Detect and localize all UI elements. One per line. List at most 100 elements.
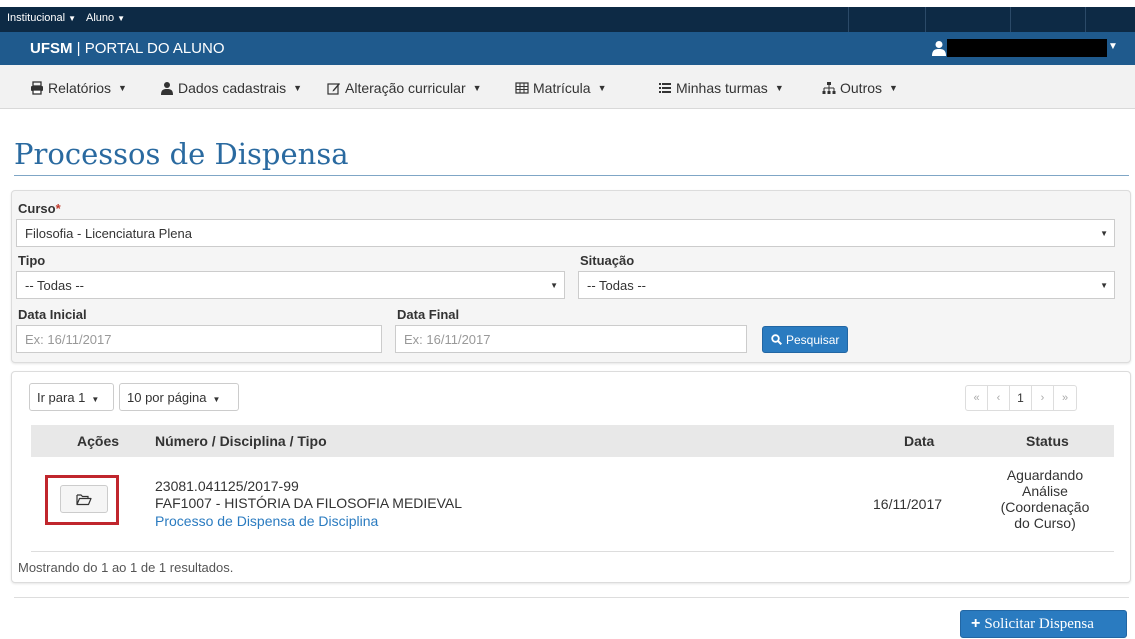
divider <box>925 7 926 32</box>
menu-institucional-label: Institucional <box>7 12 66 24</box>
col-numero: Número / Disciplina / Tipo <box>155 433 327 449</box>
portal-title[interactable]: UFSM | PORTAL DO ALUNO <box>30 40 225 57</box>
pager-prev[interactable]: ‹ <box>988 386 1010 410</box>
row-divider <box>31 551 1114 552</box>
processo-data: 16/11/2017 <box>873 496 943 512</box>
top-menus: Institucional ▼ Aluno ▼ <box>7 12 125 24</box>
user-icon <box>161 82 173 95</box>
solicitar-dispensa-button[interactable]: + Solicitar Dispensa <box>960 610 1127 638</box>
tipo-label: Tipo <box>18 253 46 268</box>
portal-name: PORTAL DO ALUNO <box>84 40 225 57</box>
per-page-select[interactable]: 10 por página ▼ <box>119 383 239 411</box>
pager-next[interactable]: › <box>1032 386 1054 410</box>
data-final-input[interactable]: Ex: 16/11/2017 <box>395 325 747 353</box>
processo-disciplina: FAF1007 - HISTÓRIA DA FILOSOFIA MEDIEVAL <box>155 495 463 511</box>
pager-first[interactable]: « <box>966 386 988 410</box>
data-final-label: Data Final <box>397 307 460 322</box>
caret-down-icon: ▼ <box>597 83 607 93</box>
top-strip <box>0 0 1135 7</box>
caret-down-icon: ▼ <box>293 83 303 93</box>
user-name-redacted[interactable] <box>947 39 1107 57</box>
processo-numero: 23081.041125/2017-99 <box>155 478 299 494</box>
goto-page-select[interactable]: Ir para 1 ▼ <box>29 383 114 411</box>
menu-institucional[interactable]: Institucional ▼ <box>7 12 76 24</box>
situacao-select[interactable]: -- Todas -- ▼ <box>578 271 1115 299</box>
nav-relatorios[interactable]: Relatórios ▼ <box>30 80 127 96</box>
table-header: Ações Número / Disciplina / Tipo Data St… <box>31 425 1114 457</box>
pager-current[interactable]: 1 <box>1010 386 1032 410</box>
nav-minhas-turmas-label: Minhas turmas <box>676 80 768 96</box>
caret-down-icon: ▼ <box>212 395 221 404</box>
data-inicial-placeholder: Ex: 16/11/2017 <box>25 332 112 347</box>
per-page-value: 10 por página <box>127 390 207 405</box>
caret-down-icon: ▼ <box>1100 281 1108 290</box>
processo-status: Aguardando Análise (Coordenação do Curso… <box>990 467 1100 531</box>
pager-last[interactable]: » <box>1054 386 1076 410</box>
divider <box>1010 7 1011 32</box>
situacao-select-value: -- Todas -- <box>587 278 646 293</box>
data-inicial-input[interactable]: Ex: 16/11/2017 <box>16 325 382 353</box>
caret-down-icon: ▼ <box>550 281 558 290</box>
plus-icon: + <box>971 615 981 632</box>
main-nav: Relatórios ▼ Dados cadastrais ▼ Alteração … <box>0 65 1135 109</box>
curso-label-text: Curso <box>18 201 56 216</box>
divider <box>14 597 1129 598</box>
portal-brand: UFSM <box>30 40 73 57</box>
search-button-label: Pesquisar <box>786 332 840 347</box>
menu-aluno[interactable]: Aluno ▼ <box>86 12 125 24</box>
curso-select-value: Filosofia - Licenciatura Plena <box>25 226 192 241</box>
tipo-select-value: -- Todas -- <box>25 278 84 293</box>
caret-down-icon: ▼ <box>1100 229 1108 238</box>
nav-alteracao-curricular[interactable]: Alteração curricular ▼ <box>327 80 482 96</box>
top-bar: Institucional ▼ Aluno ▼ <box>0 0 1135 32</box>
status-line: (Coordenação <box>1000 499 1090 515</box>
folder-open-icon <box>76 493 92 505</box>
nav-matricula-label: Matrícula <box>533 80 591 96</box>
divider <box>1085 7 1086 32</box>
processo-tipo-link[interactable]: Processo de Dispensa de Disciplina <box>155 513 378 529</box>
user-icon[interactable] <box>932 40 946 56</box>
nav-minhas-turmas[interactable]: Minhas turmas ▼ <box>658 80 784 96</box>
nav-relatorios-label: Relatórios <box>48 80 112 96</box>
solicitar-dispensa-label: Solicitar Dispensa <box>984 615 1094 632</box>
caret-down-icon: ▼ <box>889 83 898 93</box>
nav-alteracao-curricular-label: Alteração curricular <box>345 80 466 96</box>
results-summary: Mostrando do 1 ao 1 de 1 resultados. <box>18 560 234 575</box>
divider <box>848 7 849 32</box>
nav-dados-cadastrais-label: Dados cadastrais <box>178 80 287 96</box>
required-marker: * <box>55 201 61 216</box>
portal-header: UFSM | PORTAL DO ALUNO ▼ <box>0 32 1135 65</box>
caret-down-icon: ▼ <box>91 395 100 404</box>
status-line: Aguardando <box>1006 467 1084 483</box>
caret-down-icon: ▼ <box>118 83 127 93</box>
table-icon <box>515 82 529 94</box>
status-line: Análise <box>1022 483 1068 499</box>
menu-aluno-label: Aluno <box>86 12 115 24</box>
col-data: Data <box>904 433 935 449</box>
curso-select[interactable]: Filosofia - Licenciatura Plena ▼ <box>16 219 1115 247</box>
caret-down-icon: ▼ <box>774 83 784 93</box>
open-folder-button[interactable] <box>60 485 108 513</box>
tipo-select[interactable]: -- Todas -- ▼ <box>16 271 565 299</box>
caret-down-icon[interactable]: ▼ <box>1108 41 1118 52</box>
situacao-label: Situação <box>580 253 635 268</box>
goto-page-value: Ir para 1 <box>37 390 86 405</box>
nav-matricula[interactable]: Matrícula ▼ <box>515 80 607 96</box>
data-final-placeholder: Ex: 16/11/2017 <box>404 332 491 347</box>
nav-dados-cadastrais[interactable]: Dados cadastrais ▼ <box>160 80 302 96</box>
caret-down-icon: ▼ <box>472 83 482 93</box>
col-status: Status <box>1026 433 1069 449</box>
nav-outros-label: Outros <box>840 80 883 96</box>
caret-down-icon: ▼ <box>68 14 77 23</box>
sitemap-icon <box>822 82 836 94</box>
pagination: « ‹ 1 › » <box>965 385 1077 411</box>
search-icon <box>771 334 782 345</box>
data-inicial-label: Data Inicial <box>18 307 87 322</box>
nav-outros[interactable]: Outros ▼ <box>822 80 898 96</box>
caret-down-icon: ▼ <box>117 14 126 23</box>
search-button[interactable]: Pesquisar <box>762 326 849 353</box>
portal-separator: | <box>76 40 81 57</box>
list-icon <box>659 83 671 93</box>
status-line: do Curso) <box>1014 515 1076 531</box>
printer-icon <box>31 81 43 95</box>
